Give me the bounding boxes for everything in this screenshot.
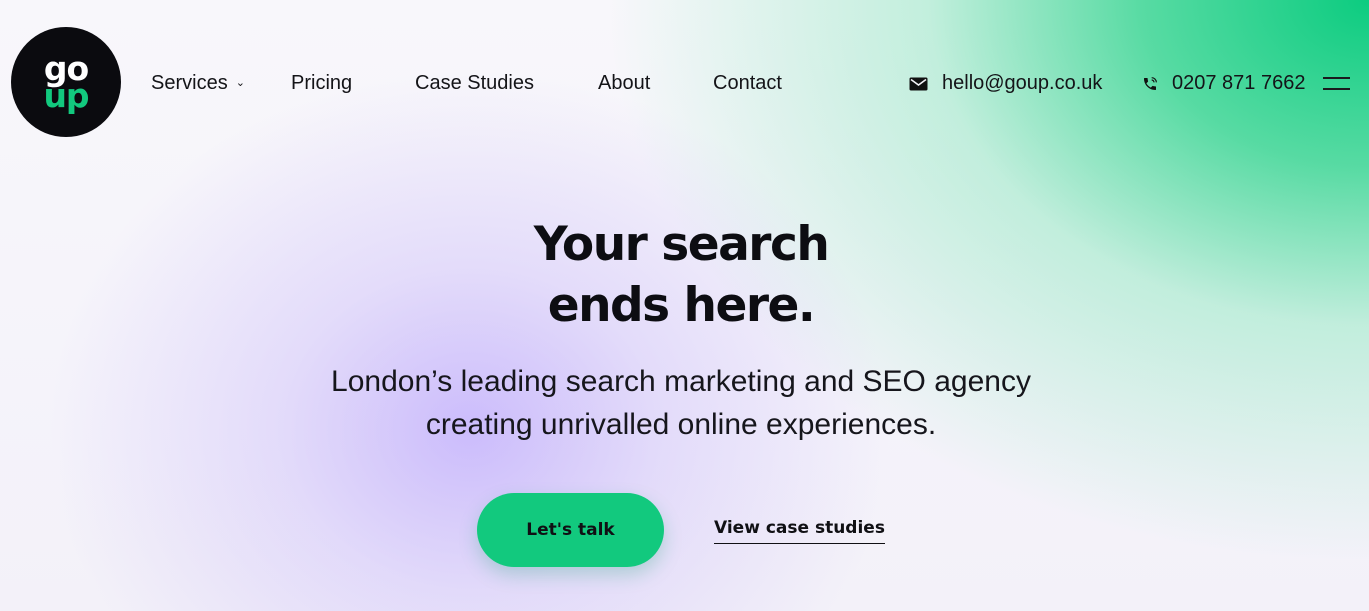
nav-item-label: Services <box>151 72 228 94</box>
hero-title-line-1: Your search <box>533 217 830 272</box>
envelope-icon <box>909 77 928 90</box>
hamburger-menu-icon[interactable] <box>1323 75 1350 93</box>
logo-text-bottom: up <box>43 76 89 115</box>
menu-line-top <box>1323 77 1350 79</box>
phone-icon <box>1144 76 1157 90</box>
nav-item-case-studies[interactable]: Case Studies <box>415 72 534 95</box>
nav-item-pricing[interactable]: Pricing <box>291 72 352 95</box>
view-case-studies-link[interactable]: View case studies <box>714 518 885 544</box>
email-address: hello@goup.co.uk <box>942 72 1103 94</box>
nav-item-services[interactable]: Services ⌄ <box>151 72 245 95</box>
hero-subtitle: London’s leading search marketing and SE… <box>0 360 1362 446</box>
chevron-down-icon: ⌄ <box>235 77 245 89</box>
logo[interactable]: go up <box>11 27 121 137</box>
phone-number: 0207 871 7662 <box>1172 72 1306 94</box>
nav-item-contact[interactable]: Contact <box>713 72 782 95</box>
hero-subtitle-line-1: London’s leading search marketing and SE… <box>331 365 1031 398</box>
hero-title: Your search ends here. <box>0 214 1362 336</box>
email-link[interactable]: hello@goup.co.uk <box>909 72 1102 95</box>
menu-line-bottom <box>1323 88 1350 90</box>
hero-subtitle-line-2: creating unrivalled online experiences. <box>425 408 937 441</box>
hero-title-line-2: ends here. <box>547 278 816 333</box>
phone-link[interactable]: 0207 871 7662 <box>1142 72 1305 95</box>
nav-item-about[interactable]: About <box>598 72 650 95</box>
lets-talk-button[interactable]: Let's talk <box>477 493 664 567</box>
